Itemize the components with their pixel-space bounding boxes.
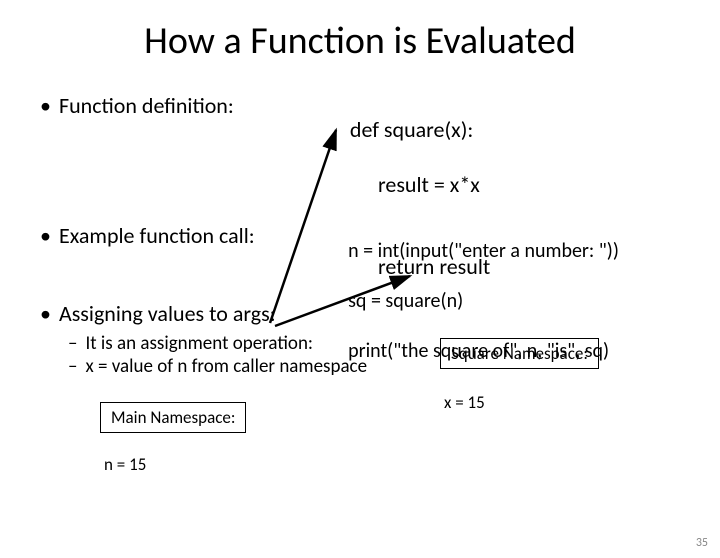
sub-bullet-list: –It is an assignment operation: –x = val…	[40, 332, 367, 378]
page-number: 35	[696, 536, 708, 550]
bullet-function-definition: •Function definition:	[40, 92, 234, 119]
sub-bullet-text: x = value of n from caller namespace	[85, 355, 367, 378]
code-line: result = x*x	[330, 171, 490, 199]
square-namespace-box: Square Namespace:	[440, 338, 599, 369]
bullet-assigning-args: •Assigning values to args:	[40, 300, 276, 327]
main-namespace-value: n = 15	[104, 454, 146, 475]
sub-bullet-text: It is an assignment operation:	[85, 332, 313, 355]
code-line: def square(x):	[350, 116, 473, 143]
bullet-text: Function definition:	[59, 92, 234, 119]
sub-bullet-item: –It is an assignment operation:	[40, 332, 367, 355]
code-line: n = int(input("enter a number: "))	[348, 239, 619, 263]
bullet-example-call: •Example function call:	[40, 222, 255, 249]
sub-bullet-item: –x = value of n from caller namespace	[40, 355, 367, 378]
slide-title: How a Function is Evaluated	[0, 18, 720, 64]
bullet-text: Assigning values to args:	[59, 300, 276, 327]
code-line: sq = square(n)	[348, 289, 463, 313]
bullet-text: Example function call:	[59, 222, 255, 249]
namespace-label: Main Namespace:	[111, 407, 235, 428]
main-namespace-box: Main Namespace:	[100, 402, 246, 433]
namespace-label: Square Namespace:	[451, 343, 588, 364]
arrow-to-def	[270, 130, 336, 323]
square-namespace-value: x = 15	[444, 392, 485, 413]
